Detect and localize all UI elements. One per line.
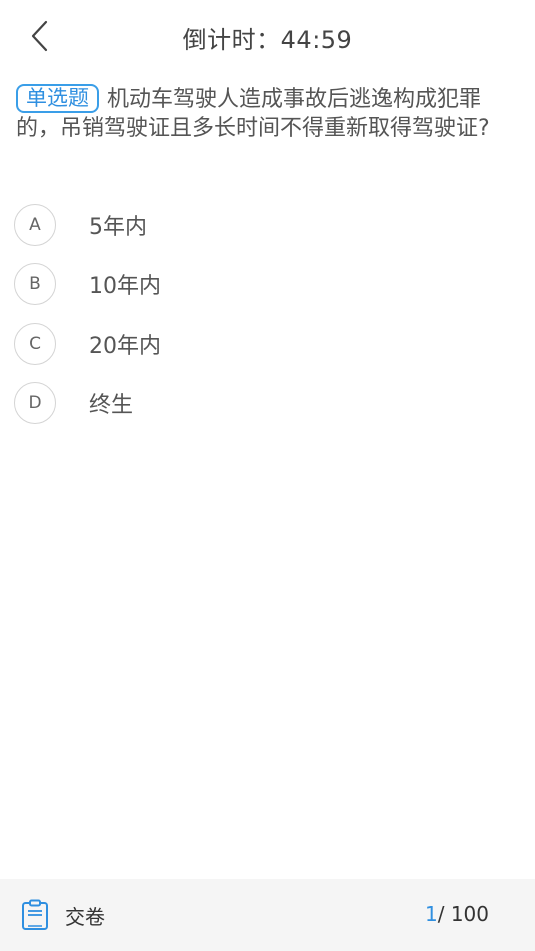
option-text: 终生: [89, 393, 134, 419]
question-block: 单选题 机动车驾驶人造成事故后逃逸构成犯罪的，吊销驾驶证且多长时间不得重新取得驾驶…: [16, 84, 521, 143]
header-bar: 倒计时：44:59: [0, 0, 535, 72]
option-letter-circle: A: [14, 203, 56, 246]
option-a[interactable]: A 5年内: [14, 195, 514, 255]
options-list: A 5年内 B 10年内 C 20年内 D 终生: [14, 195, 514, 433]
option-letter-circle: D: [14, 382, 56, 425]
progress-separator: /: [437, 902, 445, 926]
option-letter-circle: B: [14, 263, 56, 306]
current-question-number: 1: [424, 902, 438, 926]
option-d[interactable]: D 终生: [14, 374, 514, 434]
option-letter-circle: C: [14, 322, 56, 365]
option-text: 5年内: [89, 214, 147, 240]
clipboard-100-icon: [22, 899, 48, 930]
footer-bar: 交卷 1/ 100: [0, 879, 535, 951]
option-c[interactable]: C 20年内: [14, 314, 514, 374]
submit-exam-button[interactable]: 交卷: [20, 899, 105, 931]
question-type-badge: 单选题: [16, 84, 99, 113]
option-b[interactable]: B 10年内: [14, 255, 514, 315]
countdown-title: 倒计时：44:59: [182, 26, 353, 54]
submit-label: 交卷: [65, 904, 105, 929]
option-text: 20年内: [89, 333, 161, 359]
total-questions: 100: [450, 902, 489, 926]
question-progress: 1/ 100: [425, 902, 489, 926]
option-text: 10年内: [89, 274, 161, 300]
